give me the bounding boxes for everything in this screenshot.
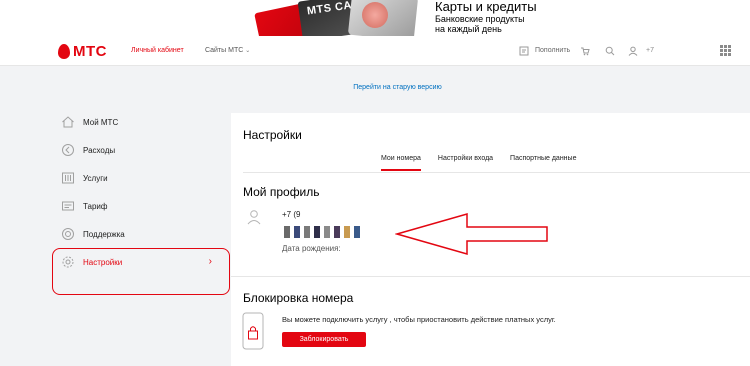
coin-image [362,2,388,28]
chevron-down-icon: ⌄ [245,48,251,54]
apps-grid-icon[interactable] [720,45,731,56]
support-icon [62,228,74,240]
sidebar-item-label: Мой МТС [83,117,119,127]
sidebar-item-support[interactable]: Поддержка [54,220,230,248]
expenses-icon [62,144,74,156]
mts-egg-icon [58,44,70,59]
topup-link[interactable]: Пополнить [535,47,570,54]
banner-subtitle-line1: Банковские продукты [435,14,525,24]
banner-subtitle: Банковские продукты на каждый день [435,14,525,34]
profile-section-title: Мой профиль [243,185,320,199]
tab-my-numbers[interactable]: Мои номера [381,155,421,171]
banner-subtitle-line2: на каждый день [435,24,502,34]
tab-login-settings[interactable]: Настройки входа [438,155,493,171]
sidebar-item-services[interactable]: Услуги [54,164,230,192]
settings-highlight-annotation [52,248,230,295]
user-icon[interactable] [628,46,638,56]
sidebar-item-label: Поддержка [83,229,125,239]
search-icon[interactable] [605,46,615,56]
sidebar-item-expenses[interactable]: Расходы [54,136,230,164]
logo-text: МТС [73,43,107,60]
home-icon [62,116,74,128]
red-arrow-annotation [395,213,548,255]
header-phone-number[interactable]: +7 [646,47,654,54]
tab-passport-data[interactable]: Паспортные данные [510,155,576,171]
sites-dropdown[interactable]: Сайты МТС ⌄ [205,47,250,54]
old-version-link[interactable]: Перейти на старую версию [0,84,750,91]
sidebar-item-my-mts[interactable]: Мой МТС [54,108,230,136]
profile-phone-number: +7 (9 [282,210,301,219]
settings-tabs: Мои номера Настройки входа Паспортные да… [381,155,593,171]
promo-banner[interactable]: MTS CASH Карты и кредиты Банковские прод… [0,0,750,49]
birth-date-label: Дата рождения: [282,244,341,253]
topup-icon[interactable] [519,46,529,56]
banner-title: Карты и кредиты [435,0,537,14]
services-icon [62,172,74,184]
mts-logo[interactable]: МТС [58,43,107,60]
avatar-icon [247,210,261,225]
sites-label: Сайты МТС [205,47,244,54]
sidebar-item-label: Тариф [83,201,108,211]
page-title: Настройки [243,128,302,142]
tariff-icon [62,201,74,211]
block-section-title: Блокировка номера [243,291,354,305]
personal-account-link[interactable]: Личный кабинет [131,47,184,54]
block-number-button[interactable]: Заблокировать [282,332,366,347]
sidebar-item-tariff[interactable]: Тариф [54,192,230,220]
top-header: МТС Личный кабинет Сайты МТС ⌄ Пополнить … [0,36,750,66]
sidebar-item-label: Расходы [83,145,116,155]
tabs-divider [243,172,750,173]
sidebar-item-label: Услуги [83,173,108,183]
section-divider [231,276,750,277]
block-description: Вы можете подключить услугу , чтобы прио… [282,315,556,324]
cart-icon[interactable] [580,46,590,56]
censored-name [284,226,360,238]
locked-phone-icon [242,312,264,350]
